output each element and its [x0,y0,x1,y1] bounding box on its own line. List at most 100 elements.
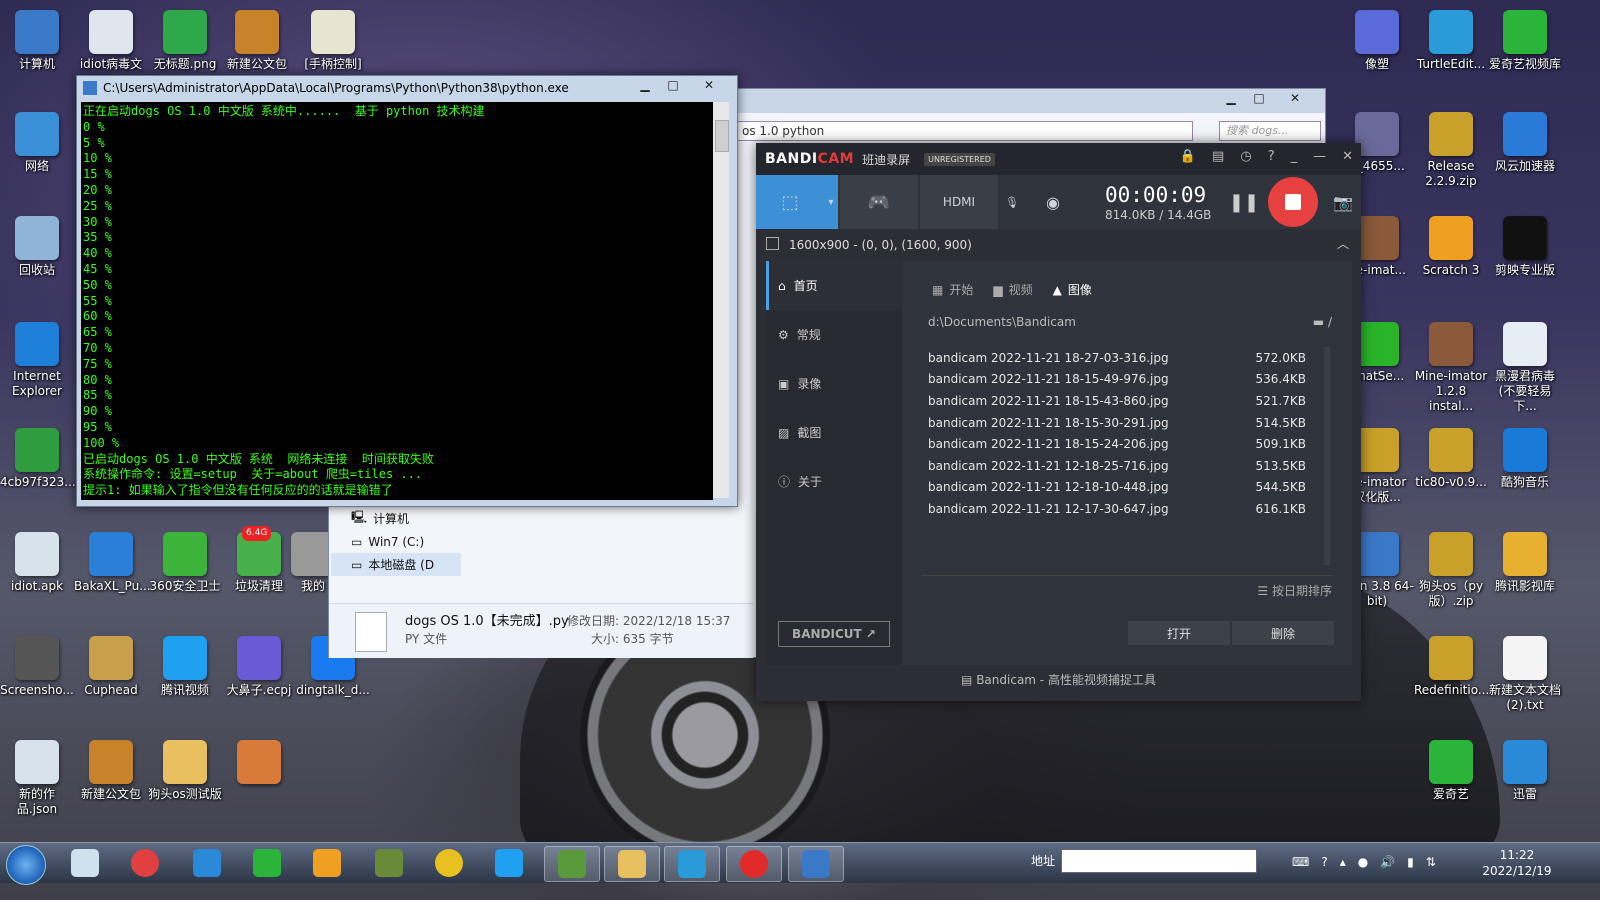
desktop-icon[interactable]: 回收站 [0,216,74,278]
desktop-icon[interactable]: 酷狗音乐 [1488,428,1562,490]
desktop-icon[interactable]: tic80-v0.9... [1414,428,1488,490]
desktop-icon[interactable]: 黑漫君病毒 (不要轻易下... [1488,322,1562,414]
sidebar-item-home[interactable]: ⌂ 首页 [766,261,902,310]
close-icon[interactable]: ✕ [687,76,731,94]
taskbar-app-bandicam[interactable] [726,846,782,882]
desktop-icon[interactable]: 狗头os（py版）.zip [1414,532,1488,609]
desktop-icon[interactable]: 网络 [0,112,74,174]
desktop-icon[interactable]: Mine-imator 1.2.8 instal... [1414,322,1488,414]
desktop-icon[interactable]: 新建公文包 [74,740,148,802]
volume-icon[interactable]: 🔊 [1380,855,1395,869]
list-item[interactable]: bandicam 2022-11-21 12-18-25-716.jpg 513.… [928,455,1306,477]
desktop-icon[interactable]: 剪映专业版 [1488,216,1562,278]
desktop-icon[interactable]: 计算机 [0,10,74,72]
mic-toggle[interactable]: 🎙 [1002,175,1022,229]
clock-icon[interactable]: ◷ [1240,149,1251,164]
screen-mode-button[interactable]: ⬚ [756,175,824,229]
scrollbar-thumb[interactable] [715,120,729,152]
minimize-icon[interactable]: ▁ [631,76,659,94]
webcam-button[interactable]: ◉ [1028,175,1078,229]
tab-video[interactable]: ▆ 视频 [993,281,1052,298]
taskbar-clock[interactable]: 11:22 2022/12/19 [1480,847,1554,879]
folder-icon[interactable]: ▤ [1212,149,1224,164]
taskbar-app-notepad[interactable] [58,846,112,880]
list-item[interactable]: bandicam 2022-11-21 12-17-30-647.jpg 616.… [928,498,1306,520]
bandicut-button[interactable]: BANDICUT ↗ [778,621,890,647]
explorer-search-input[interactable]: 搜索 dogs... [1219,121,1321,141]
taskbar-app-colorful[interactable] [300,846,354,880]
taskbar-app-thunder[interactable] [180,846,234,880]
desktop-icon[interactable]: 风云加速器 [1488,112,1562,174]
signal-icon[interactable]: ▮ [1407,855,1414,869]
open-button[interactable]: 打开 [1128,621,1230,645]
tree-item-c-drive[interactable]: ▭ Win7 (C:) [331,530,461,553]
desktop-icon[interactable]: 爱奇艺视频库 [1488,10,1562,72]
open-folder-icon[interactable]: ▬ / [1313,315,1332,329]
desktop-icon[interactable]: 爱奇艺 [1414,740,1488,802]
screenshot-button[interactable]: 📷 [1330,175,1356,229]
bandicam-titlebar[interactable]: BANDICAM 班迪录屏 UNREGISTERED 🔒 ▤ ◷ ? _ — ✕ [756,143,1361,175]
desktop-icon[interactable]: Internet Explorer [0,322,74,399]
taskbar-app-explorer[interactable] [604,846,660,882]
maximize-icon[interactable]: □ [1245,89,1273,107]
network-icon[interactable]: ⇅ [1426,855,1436,869]
desktop-icon[interactable]: 腾讯影视库 [1488,532,1562,594]
tree-item-d-drive[interactable]: ▭ 本地磁盘 (D [331,553,461,576]
minimize-icon[interactable]: ▁ [1217,89,1245,107]
help-icon[interactable]: ? [1268,149,1275,164]
desktop-icon[interactable]: 狗头os测试版 [148,740,222,802]
desktop-icon[interactable]: Screensho... [0,636,74,698]
taskbar-app-python[interactable] [788,846,844,882]
file-list-scrollbar[interactable] [1324,347,1330,565]
unregistered-badge[interactable]: UNREGISTERED [924,152,995,166]
bandicam-footer[interactable]: ▤ Bandicam - 高性能视频捕捉工具 [756,671,1361,688]
tab-image[interactable]: ▲ 图像 [1053,281,1112,298]
help-icon[interactable]: ? [1321,855,1327,869]
desktop-icon[interactable]: idiot病毒文 [74,10,148,72]
tree-item-computer[interactable]: 🖳 计算机 [331,507,461,530]
mode-dropdown-button[interactable]: ▾ [824,175,838,229]
desktop-icon[interactable]: Release 2.2.9.zip [1414,112,1488,189]
list-item[interactable]: bandicam 2022-11-21 12-18-10-448.jpg 544.… [928,477,1306,499]
taskbar-app-minecraft-block[interactable] [544,846,600,882]
minimize-icon[interactable]: _ [1291,149,1298,164]
desktop-icon[interactable]: 迅雷 [1488,740,1562,802]
keyboard-icon[interactable]: ⌨ [1292,855,1309,869]
sidebar-item-about[interactable]: ⓘ 关于 [766,457,902,506]
desktop-icon[interactable] [222,740,296,787]
game-mode-button[interactable]: 🎮 [840,175,918,229]
capture-region[interactable]: 1600x900 - (0, 0), (1600, 900) [766,237,972,252]
taskbar-app-tencent-video[interactable] [482,846,536,880]
desktop-icon[interactable]: Scratch 3 [1414,216,1488,278]
tab-start[interactable]: ▦ 开始 [932,281,993,298]
close-icon[interactable]: ✕ [1273,89,1317,107]
desktop-icon[interactable]: 新建文本文档 (2).txt [1488,636,1562,713]
desktop-icon[interactable]: [手柄控制] [296,10,370,72]
desktop-icon[interactable]: idiot.apk [0,532,74,594]
desktop-icon[interactable]: 新的作品.json [0,740,74,817]
list-item[interactable]: bandicam 2022-11-21 18-15-49-976.jpg 536.… [928,369,1306,391]
list-item[interactable]: bandicam 2022-11-21 18-27-03-316.jpg 572.… [928,347,1306,369]
minimize-tray-icon[interactable]: — [1313,149,1326,164]
taskbar-app-chrome[interactable] [422,846,476,880]
taskbar-app-turtle[interactable] [664,846,720,882]
sidebar-item-image[interactable]: ▨ 截图 [766,408,902,457]
desktop-icon[interactable]: 4cb97f323... [0,428,76,490]
desktop-icon[interactable]: 像塑 [1340,10,1414,72]
chevron-up-icon[interactable]: ︿ [1337,235,1349,252]
list-item[interactable]: bandicam 2022-11-21 18-15-43-860.jpg 521.… [928,390,1306,412]
desktop-icon[interactable]: TurtleEdit... [1414,10,1488,72]
delete-button[interactable]: 删除 [1232,621,1334,645]
explorer-address-field[interactable]: os 1.0 python [737,121,1193,141]
desktop-icon[interactable]: 新建公文包 [220,10,294,72]
output-path[interactable]: d:\Documents\Bandicam ▬ / [928,315,1332,329]
list-item[interactable]: bandicam 2022-11-21 18-15-24-206.jpg 509.… [928,433,1306,455]
start-button[interactable] [6,845,46,885]
desktop-icon[interactable]: 无标题.png [148,10,222,72]
sidebar-item-video[interactable]: ▣ 录像 [766,359,902,408]
console-scrollbar[interactable] [713,102,729,498]
taskbar-app-iqiyi[interactable] [240,846,294,880]
desktop-icon[interactable]: Cuphead [74,636,148,698]
desktop-icon[interactable]: 腾讯视频 [148,636,222,698]
desktop-icon[interactable]: BakaXL_Pu... [74,532,151,594]
